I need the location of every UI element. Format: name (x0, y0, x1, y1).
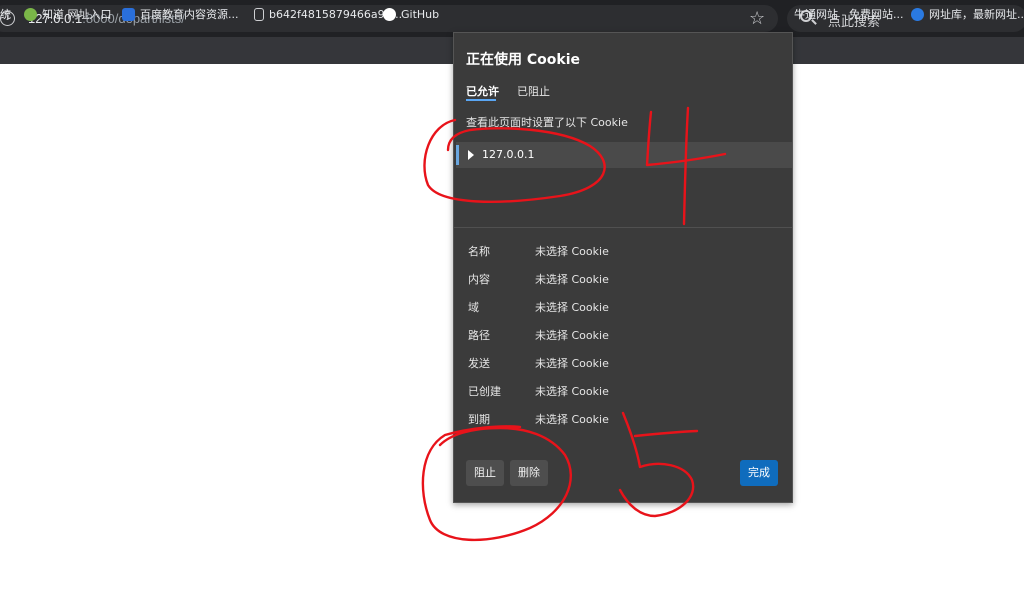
detail-value: 未选择 Cookie (535, 301, 609, 314)
detail-label: 已创建 (468, 385, 501, 398)
tab-allowed[interactable]: 已允许 (466, 83, 499, 99)
detail-label: 域 (468, 301, 479, 314)
bookmark-item[interactable]: 统 (0, 6, 11, 22)
detail-label: 到期 (468, 413, 490, 426)
cookie-dialog: 正在使用 Cookie 已允许 已阻止 查看此页面时设置了以下 Cookie 1… (453, 32, 793, 503)
detail-value: 未选择 Cookie (535, 329, 609, 342)
block-button[interactable]: 阻止 (466, 460, 504, 486)
detail-label: 名称 (468, 245, 490, 258)
detail-label: 内容 (468, 273, 490, 286)
bookmark-item[interactable]: 网址库，最新网址... (911, 6, 1024, 22)
bookmark-item[interactable]: 牛通网站 - 免费网站... (794, 6, 903, 22)
detail-value: 未选择 Cookie (535, 385, 609, 398)
bookmark-item[interactable]: 知道 网址入口 (24, 6, 112, 22)
delete-button[interactable]: 删除 (510, 460, 548, 486)
bookmark-item[interactable]: 百度教育内容资源... (122, 6, 239, 22)
dialog-description: 查看此页面时设置了以下 Cookie (466, 116, 628, 129)
github-icon (383, 7, 396, 21)
selection-indicator (456, 145, 459, 165)
detail-value: 未选择 Cookie (535, 245, 609, 258)
detail-value: 未选择 Cookie (535, 413, 609, 426)
site-label[interactable]: 127.0.0.1 (482, 148, 534, 161)
detail-value: 未选择 Cookie (535, 273, 609, 286)
divider (454, 227, 792, 228)
zhidao-icon (24, 7, 37, 21)
detail-label: 路径 (468, 329, 490, 342)
detail-label: 发送 (468, 357, 490, 370)
file-icon (254, 7, 264, 21)
bookmark-item[interactable]: b642f4815879466a99... (254, 6, 402, 22)
tab-blocked[interactable]: 已阻止 (517, 83, 550, 99)
baidu-icon (122, 7, 135, 21)
expand-triangle-icon[interactable] (468, 150, 474, 160)
detail-value: 未选择 Cookie (535, 357, 609, 370)
tab-underline (466, 99, 496, 101)
dialog-title: 正在使用 Cookie (466, 52, 580, 68)
bookmark-item[interactable]: GitHub (383, 6, 439, 22)
star-icon[interactable]: ☆ (749, 8, 765, 29)
done-button[interactable]: 完成 (740, 460, 778, 486)
w-icon (911, 7, 924, 21)
